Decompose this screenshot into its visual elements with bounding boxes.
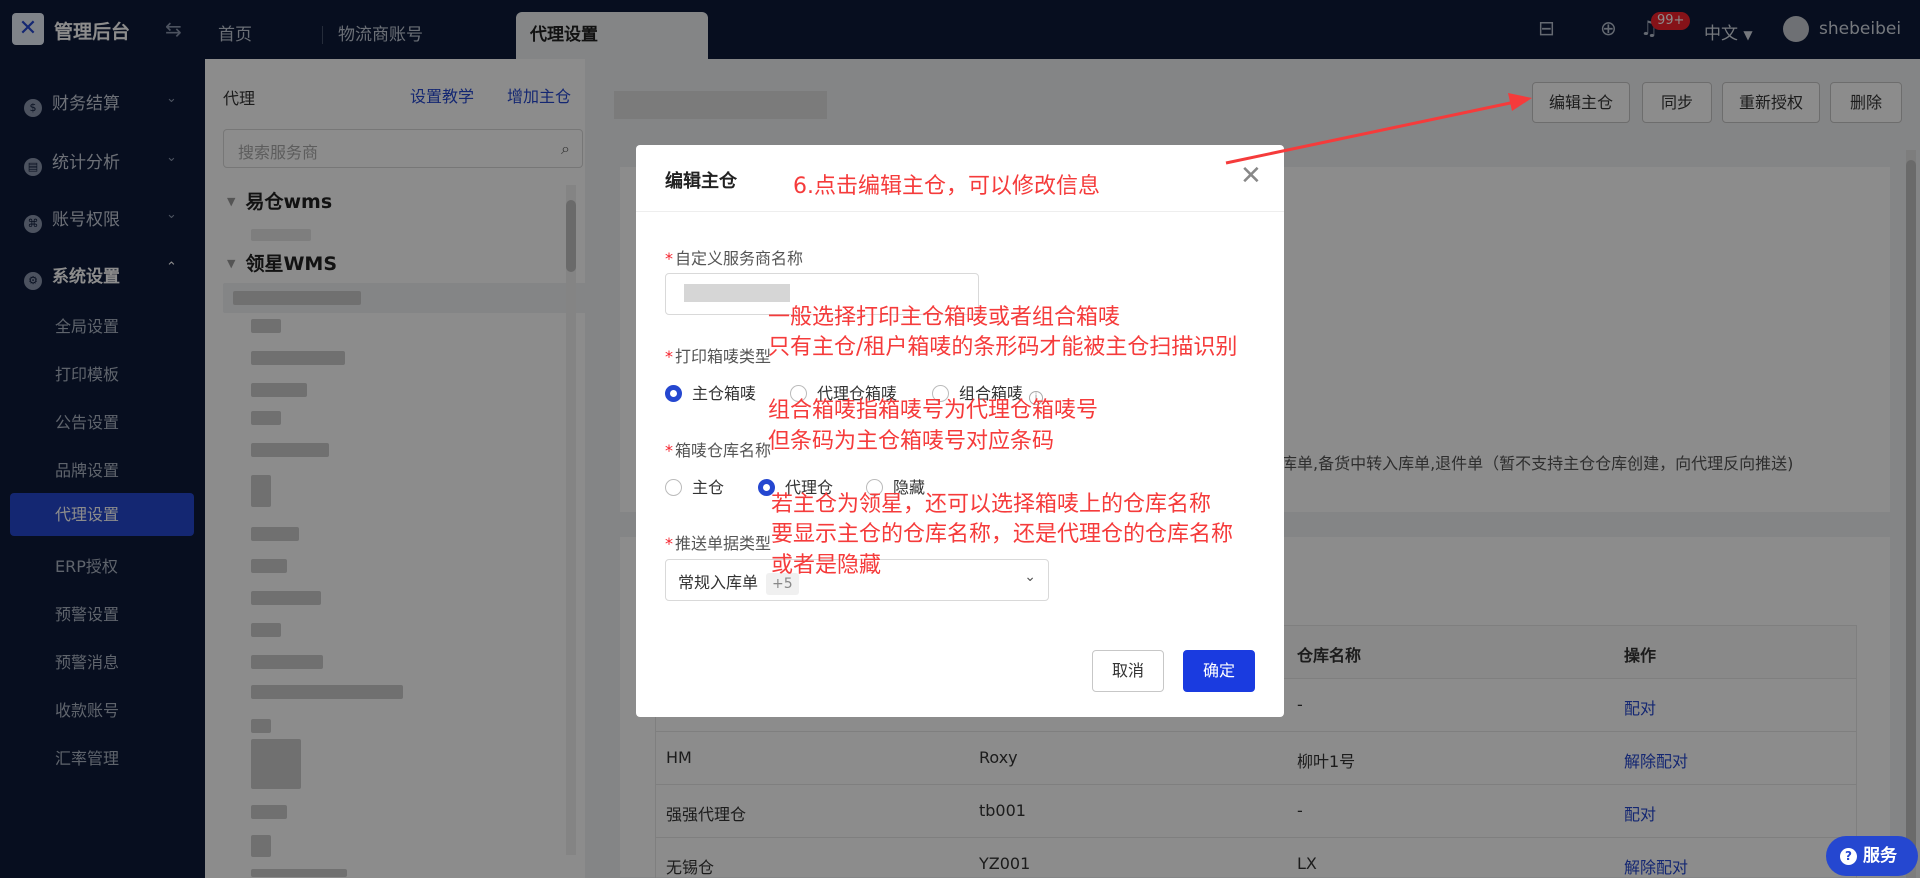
arrow-line xyxy=(1225,100,1516,165)
arrow-head xyxy=(1508,93,1532,111)
annotation-arrow xyxy=(1225,93,1532,165)
